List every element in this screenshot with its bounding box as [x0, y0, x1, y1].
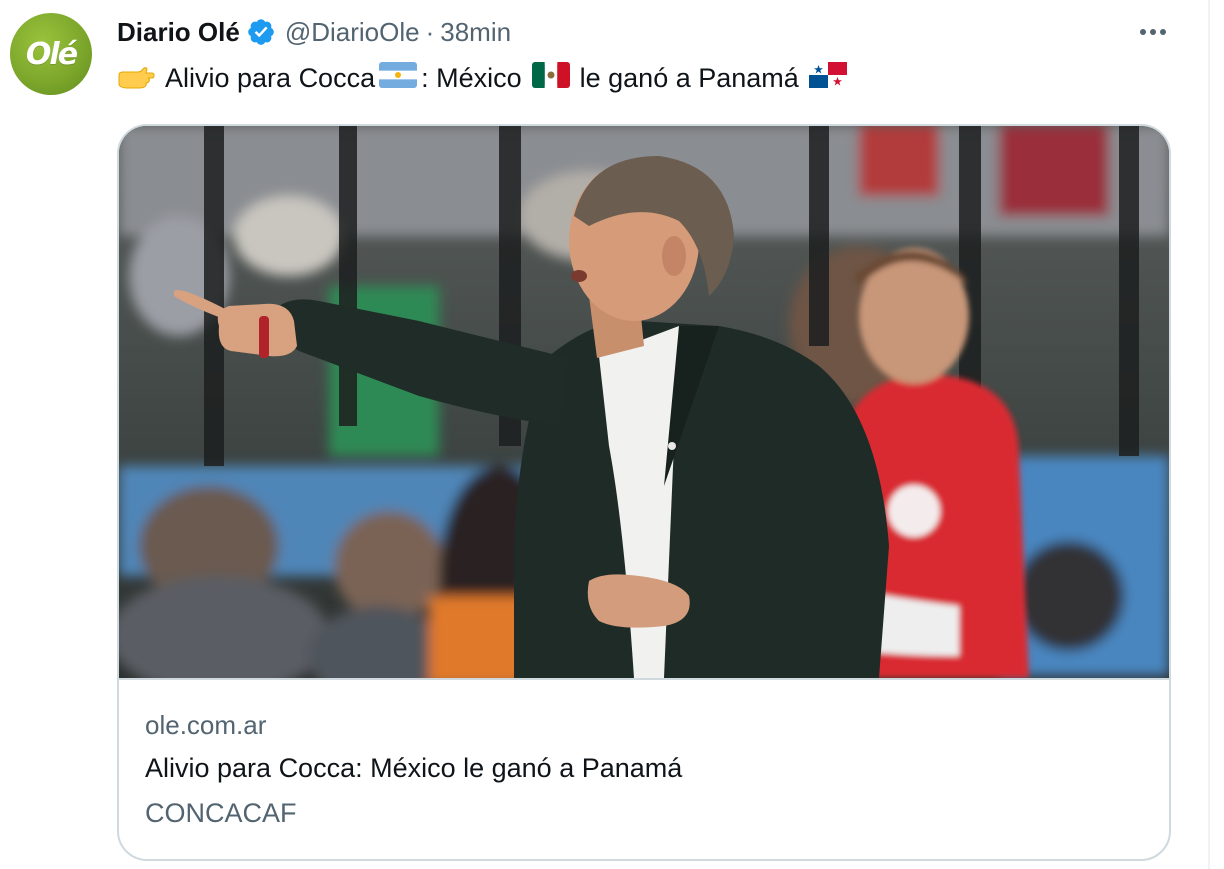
- tweet-text: Alivio para Cocca : México le ganó a Pan…: [117, 58, 851, 98]
- argentina-flag-icon: [379, 61, 418, 95]
- link-card[interactable]: ole.com.ar Alivio para Cocca: México le …: [117, 124, 1171, 861]
- tweet[interactable]: Olé Diario Olé @DiarioOle · 38min Alivio…: [0, 0, 1210, 869]
- tweet-text-part1: Alivio para Cocca: [165, 62, 376, 93]
- card-title: Alivio para Cocca: México le ganó a Pana…: [145, 753, 683, 783]
- pointing-right-hand-icon: [117, 63, 155, 93]
- display-name[interactable]: Diario Olé: [117, 17, 240, 48]
- tweet-timestamp[interactable]: 38min: [440, 17, 511, 48]
- card-image[interactable]: [119, 126, 1169, 678]
- card-footer[interactable]: ole.com.ar Alivio para Cocca: México le …: [119, 678, 1169, 859]
- avatar-logo-text: Olé: [25, 36, 78, 72]
- tweet-text-part2: : México: [421, 62, 522, 93]
- panama-flag-icon: [808, 61, 847, 95]
- more-dots-icon: [1140, 29, 1166, 35]
- card-description: CONCACAF: [145, 798, 297, 828]
- card-domain: ole.com.ar: [145, 710, 267, 740]
- tweet-text-part3: le ganó a Panamá: [579, 62, 799, 93]
- more-options-button[interactable]: [1130, 14, 1176, 50]
- timeline-divider: [1208, 0, 1210, 869]
- mexico-flag-icon: [531, 61, 570, 95]
- avatar[interactable]: Olé: [10, 13, 92, 95]
- verified-badge-icon: [246, 17, 276, 47]
- tweet-header: Diario Olé @DiarioOle · 38min: [117, 14, 511, 50]
- author-handle[interactable]: @DiarioOle: [285, 17, 420, 48]
- separator-dot: ·: [425, 16, 435, 47]
